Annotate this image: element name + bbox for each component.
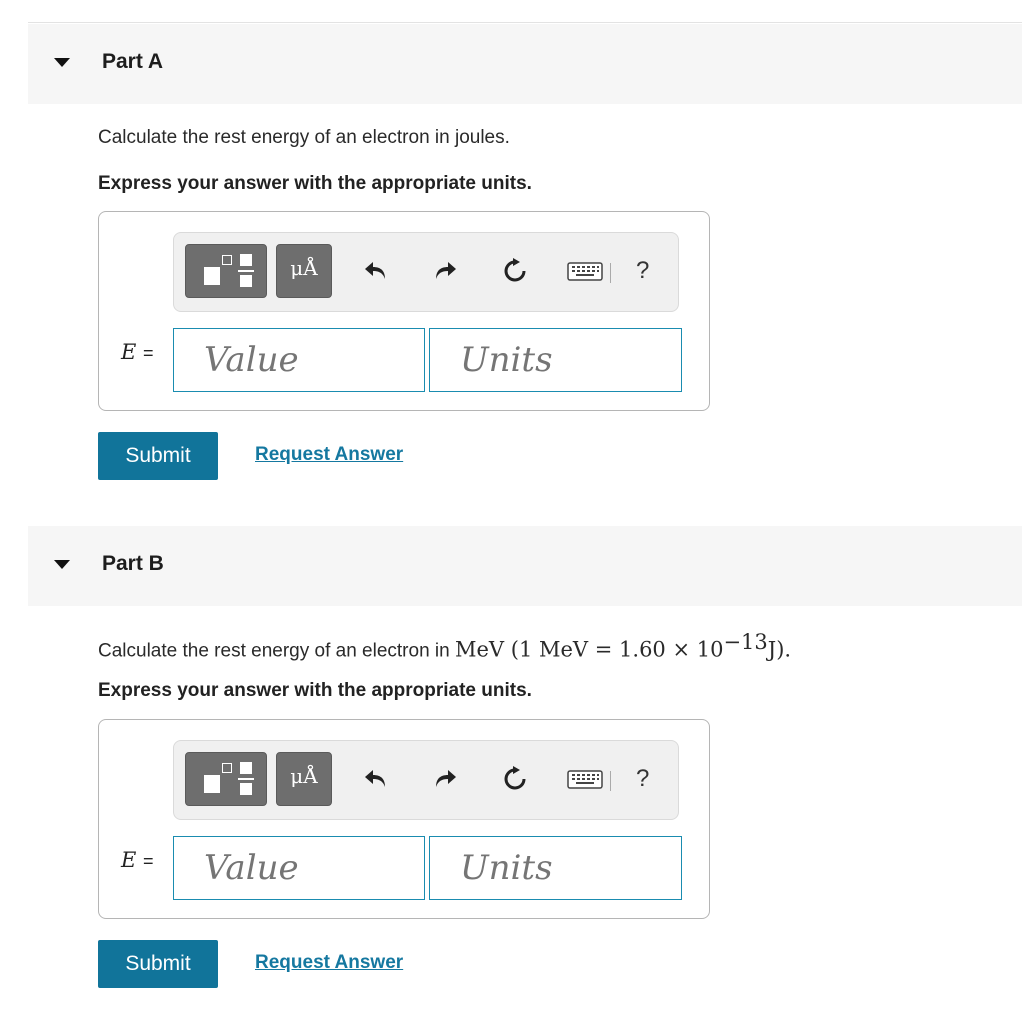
value-input[interactable] — [173, 328, 425, 392]
part-a-title: Part A — [102, 50, 164, 73]
help-button[interactable]: ? — [636, 257, 649, 285]
keyboard-icon[interactable] — [566, 257, 604, 285]
caret-down-icon[interactable] — [54, 560, 70, 569]
equals-sign: = — [143, 343, 154, 363]
caret-down-icon[interactable] — [54, 58, 70, 67]
undo-icon[interactable] — [362, 765, 390, 793]
keyboard-icon[interactable] — [566, 765, 604, 793]
toolbar-separator — [610, 263, 611, 283]
top-divider — [28, 22, 1022, 23]
fraction-icon-part — [240, 762, 252, 774]
redo-icon[interactable] — [431, 765, 459, 793]
templates-icon-part — [222, 763, 232, 773]
fraction-icon-part — [240, 275, 252, 287]
redo-icon[interactable] — [431, 257, 459, 285]
undo-icon[interactable] — [362, 257, 390, 285]
question-exponent: −13 — [723, 630, 768, 654]
templates-icon — [204, 267, 220, 285]
part-b-title: Part B — [102, 552, 164, 575]
templates-button[interactable] — [185, 752, 267, 806]
fraction-icon-part — [238, 270, 254, 272]
variable-symbol: E — [121, 848, 137, 872]
request-answer-link[interactable]: Request Answer — [255, 952, 403, 974]
help-button[interactable]: ? — [636, 765, 649, 793]
units-button-label: μÅ — [290, 764, 318, 788]
units-button[interactable]: μÅ — [276, 752, 332, 806]
part-b-instruction: Express your answer with the appropriate… — [98, 680, 532, 701]
units-input[interactable] — [429, 836, 682, 900]
part-b-question: Calculate the rest energy of an electron… — [98, 630, 791, 662]
part-a-question: Calculate the rest energy of an electron… — [98, 127, 510, 148]
part-a-answer-box: μÅ ? E = — [98, 211, 710, 411]
part-b-answer-box: μÅ ? E = — [98, 719, 710, 919]
variable-label: E = — [121, 848, 154, 872]
value-input[interactable] — [173, 836, 425, 900]
request-answer-link[interactable]: Request Answer — [255, 444, 403, 466]
question-text: Calculate the rest energy of an electron… — [98, 640, 455, 662]
templates-icon-part — [222, 255, 232, 265]
fraction-icon-part — [238, 778, 254, 780]
units-button[interactable]: μÅ — [276, 244, 332, 298]
variable-label: E = — [121, 340, 154, 364]
part-b-header[interactable]: Part B — [28, 526, 1022, 606]
reset-icon[interactable] — [501, 257, 529, 285]
templates-button[interactable] — [185, 244, 267, 298]
variable-symbol: E — [121, 340, 137, 364]
math-toolbar: μÅ ? — [173, 232, 679, 312]
question-math-end: J). — [767, 637, 792, 662]
question-math: MeV (1 MeV = 1.60 × 10 — [454, 637, 724, 662]
part-a-instruction: Express your answer with the appropriate… — [98, 173, 532, 194]
part-a-header[interactable]: Part A — [28, 24, 1022, 104]
submit-button[interactable]: Submit — [98, 940, 218, 988]
fraction-icon-part — [240, 783, 252, 795]
reset-icon[interactable] — [501, 765, 529, 793]
submit-button[interactable]: Submit — [98, 432, 218, 480]
templates-icon — [204, 775, 220, 793]
units-button-label: μÅ — [290, 256, 318, 280]
toolbar-separator — [610, 771, 611, 791]
math-toolbar: μÅ ? — [173, 740, 679, 820]
equals-sign: = — [143, 851, 154, 871]
fraction-icon-part — [240, 254, 252, 266]
units-input[interactable] — [429, 328, 682, 392]
